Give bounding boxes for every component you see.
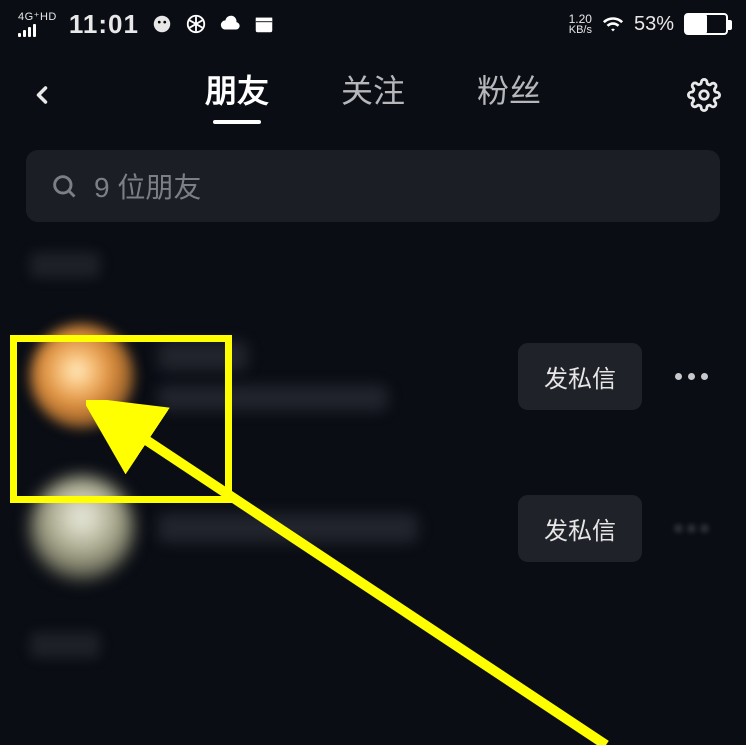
chevron-left-icon (28, 81, 56, 109)
friend-row[interactable]: 发私信 (30, 452, 716, 604)
settings-button[interactable] (682, 73, 726, 117)
battery-icon (684, 13, 728, 35)
tab-following[interactable]: 关注 (341, 66, 405, 124)
friend-row[interactable]: 发私信 (30, 300, 716, 452)
net-speed: 1.20 KB/s (569, 13, 592, 36)
battery-percentage: 53% (634, 13, 674, 36)
calendar-icon (253, 13, 275, 35)
signal-indicator: 4G⁺HD (18, 12, 57, 37)
friend-subtitle (158, 385, 388, 411)
section-label (30, 632, 100, 658)
friend-meta (158, 513, 494, 543)
search-input[interactable]: 9 位朋友 (26, 150, 720, 222)
friend-meta (158, 341, 494, 411)
send-dm-button[interactable]: 发私信 (518, 495, 642, 562)
status-bar: 4G⁺HD 11:01 1.20 KB/s 53% (0, 0, 746, 48)
friend-name (158, 513, 418, 543)
search-icon (50, 172, 78, 200)
app-icon-2 (185, 13, 207, 35)
network-label: 4G⁺HD (18, 12, 57, 23)
friend-list: 发私信 发私信 (0, 288, 746, 604)
avatar[interactable] (30, 476, 134, 580)
tab-bar: 朋友 关注 粉丝 (72, 66, 674, 124)
tab-friends[interactable]: 朋友 (205, 66, 269, 124)
send-dm-button[interactable]: 发私信 (518, 343, 642, 410)
wifi-icon (602, 13, 624, 35)
nav-header: 朋友 关注 粉丝 (0, 48, 746, 150)
gear-icon (687, 78, 721, 112)
back-button[interactable] (20, 73, 64, 117)
cloud-icon (219, 13, 241, 35)
tab-followers[interactable]: 粉丝 (477, 66, 541, 124)
more-button[interactable] (666, 356, 716, 396)
search-placeholder: 9 位朋友 (94, 166, 201, 206)
section-label (30, 252, 100, 278)
friend-name (158, 341, 248, 371)
clock: 11:01 (69, 9, 139, 40)
app-icon-1 (151, 13, 173, 35)
more-button[interactable] (666, 508, 716, 548)
avatar[interactable] (30, 324, 134, 428)
